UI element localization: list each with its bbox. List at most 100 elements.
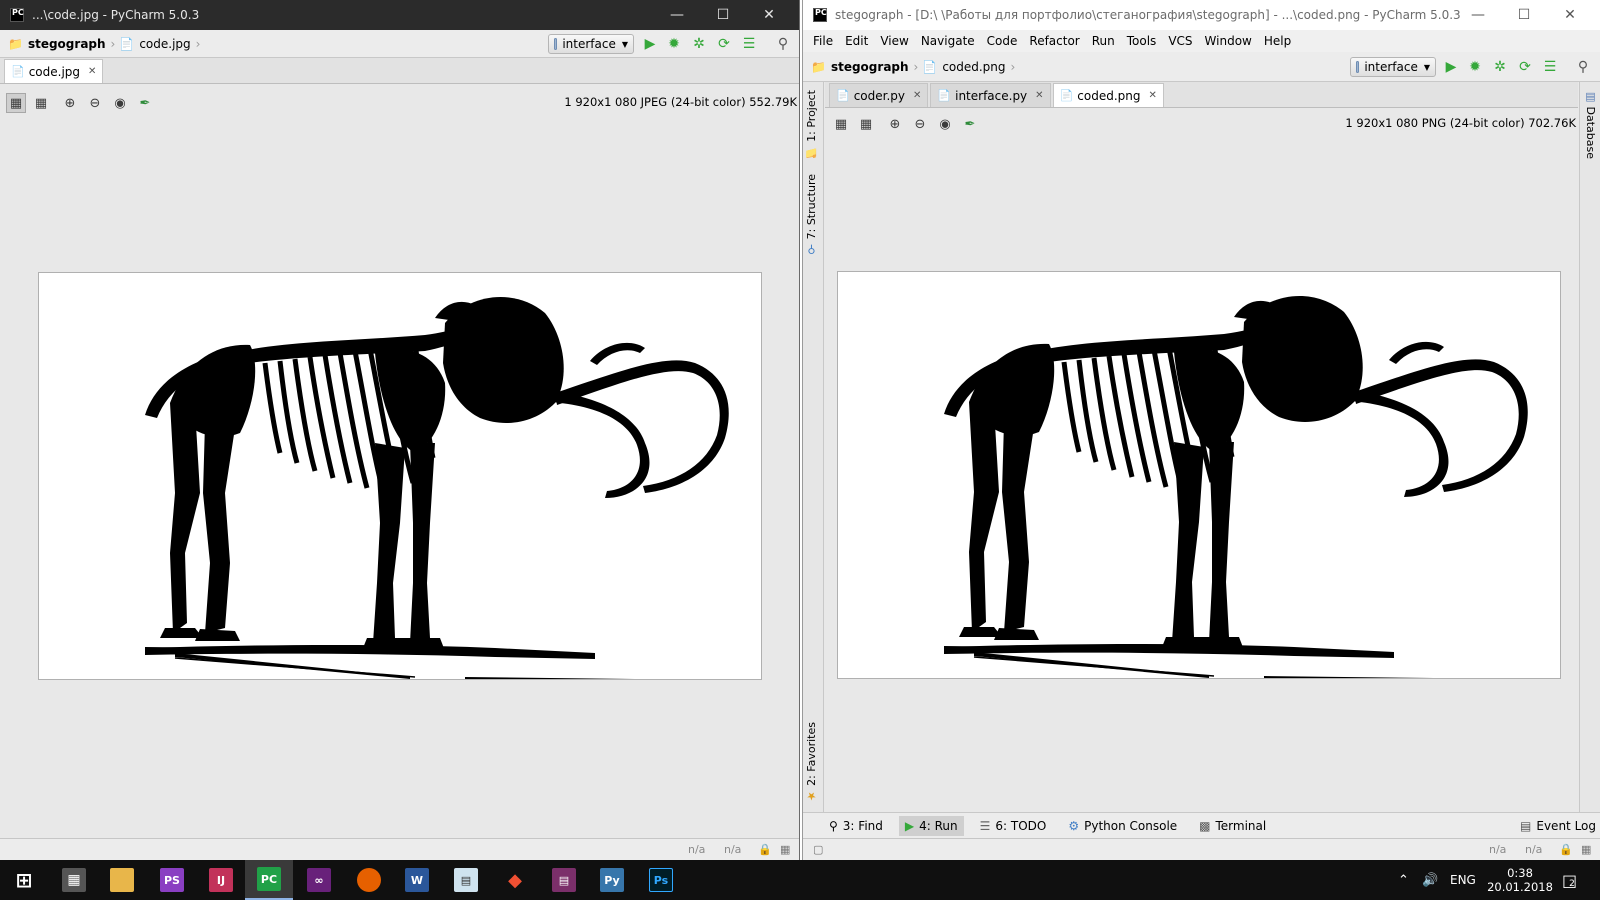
taskbar-winrar[interactable]: ▤: [540, 860, 588, 900]
zoom-out-icon[interactable]: ⊖: [85, 93, 105, 113]
memory-indicator-icon[interactable]: ▦: [1581, 843, 1591, 856]
breadcrumb-file[interactable]: 📄 code.jpg ›: [119, 37, 200, 51]
menu-navigate[interactable]: Navigate: [915, 34, 981, 48]
notification-center-icon[interactable]: □ 2: [1562, 860, 1577, 900]
color-picker-icon[interactable]: ✒: [960, 114, 980, 134]
taskbar-file-explorer[interactable]: [98, 860, 146, 900]
tab-label: code.jpg: [28, 64, 81, 79]
menu-window[interactable]: Window: [1199, 34, 1258, 48]
right-window-title: stegograph - [D:\ \Работы для портфолио\…: [835, 8, 1461, 22]
pycharm-icon: PC: [257, 867, 281, 891]
maximize-icon[interactable]: ☐: [700, 0, 746, 30]
tab-interface-py[interactable]: 📄 interface.py ✕: [930, 83, 1051, 107]
search-icon[interactable]: ⚲: [775, 36, 791, 52]
grid-toggle-icon[interactable]: ▦: [856, 114, 876, 134]
taskbar-pycharm[interactable]: PC: [245, 860, 293, 900]
profile-icon[interactable]: ⟳: [716, 36, 732, 52]
concurrency-icon[interactable]: ☰: [741, 36, 757, 52]
volume-icon[interactable]: 🔊: [1422, 860, 1438, 900]
search-icon[interactable]: ⚲: [1575, 59, 1591, 75]
breadcrumb-file[interactable]: 📄 coded.png ›: [922, 60, 1015, 74]
find-tool-button[interactable]: ⚲ 3: Find: [829, 819, 883, 833]
zoom-in-icon[interactable]: ⊕: [885, 114, 905, 134]
taskbar-intellij[interactable]: IJ: [197, 860, 245, 900]
menu-edit[interactable]: Edit: [839, 34, 874, 48]
run-icon[interactable]: ▶: [1443, 59, 1459, 75]
language-indicator[interactable]: ENG: [1450, 860, 1476, 900]
structure-tool-tab[interactable]: ⚲ 7: Structure: [805, 174, 818, 256]
menu-code[interactable]: Code: [981, 34, 1024, 48]
taskbar-firefox[interactable]: [345, 860, 393, 900]
taskbar-calculator[interactable]: ▦: [50, 860, 98, 900]
tool-window-toggle-icon[interactable]: ▢: [813, 843, 823, 856]
tab-code-jpg[interactable]: 📄 code.jpg ✕: [4, 59, 104, 83]
close-tab-icon[interactable]: ✕: [88, 66, 96, 77]
event-log-button[interactable]: ▤ Event Log: [1520, 819, 1596, 833]
grid-toggle-icon[interactable]: ▦: [31, 93, 51, 113]
menu-run[interactable]: Run: [1086, 34, 1121, 48]
chessboard-toggle-icon[interactable]: ▦: [831, 114, 851, 134]
search-icon: ⚲: [829, 818, 838, 833]
run-configuration-select[interactable]: interface ▼: [1350, 57, 1436, 77]
left-window-title: ...\code.jpg - PyCharm 5.0.3: [32, 8, 200, 22]
tab-coder-py[interactable]: 📄 coder.py ✕: [829, 83, 929, 107]
windows-taskbar: ⊞ ▦ PS IJ PC ∞ W ▤ ◆ ▤ Py Ps ⌃ 🔊 ENG 0:3…: [0, 860, 1600, 900]
actual-size-icon[interactable]: ◉: [935, 114, 955, 134]
close-icon[interactable]: ✕: [1547, 0, 1593, 30]
menu-vcs[interactable]: VCS: [1162, 34, 1198, 48]
python-console-button[interactable]: ⚙ Python Console: [1068, 819, 1177, 833]
taskbar-photoshop[interactable]: Ps: [637, 860, 685, 900]
coverage-icon[interactable]: ✲: [1492, 59, 1508, 75]
menu-refactor[interactable]: Refactor: [1023, 34, 1085, 48]
close-tab-icon[interactable]: ✕: [913, 90, 921, 101]
debug-icon[interactable]: ✹: [1467, 59, 1483, 75]
maximize-icon[interactable]: ☐: [1501, 0, 1547, 30]
minimize-icon[interactable]: —: [654, 0, 700, 30]
minimize-icon[interactable]: —: [1455, 0, 1501, 30]
color-picker-icon[interactable]: ✒: [135, 93, 155, 113]
zoom-out-icon[interactable]: ⊖: [910, 114, 930, 134]
coverage-icon[interactable]: ✲: [691, 36, 707, 52]
profile-icon[interactable]: ⟳: [1517, 59, 1533, 75]
tab-coded-png[interactable]: 📄 coded.png ✕: [1052, 83, 1164, 107]
taskbar-phpstorm[interactable]: PS: [148, 860, 196, 900]
actual-size-icon[interactable]: ◉: [110, 93, 130, 113]
todo-tool-button[interactable]: ☰ 6: TODO: [980, 819, 1047, 833]
concurrency-icon[interactable]: ☰: [1542, 59, 1558, 75]
favorites-tool-tab[interactable]: ★ 2: Favorites: [805, 722, 818, 802]
menu-tools[interactable]: Tools: [1121, 34, 1163, 48]
show-hidden-icons-icon[interactable]: ⌃: [1398, 860, 1409, 900]
run-icon: ▶: [904, 818, 915, 833]
breadcrumb-project[interactable]: 📁 stegograph ›: [8, 37, 115, 51]
lock-icon[interactable]: 🔒: [1559, 843, 1573, 856]
project-tool-tab[interactable]: 📁 1: Project: [805, 90, 818, 159]
taskbar-git[interactable]: ◆: [491, 860, 539, 900]
taskbar-python[interactable]: Py: [588, 860, 636, 900]
taskbar-word[interactable]: W: [393, 860, 441, 900]
phpstorm-icon: PS: [160, 868, 184, 892]
zoom-in-icon[interactable]: ⊕: [60, 93, 80, 113]
taskbar-visual-studio[interactable]: ∞: [295, 860, 343, 900]
menu-file[interactable]: File: [807, 34, 839, 48]
memory-indicator-icon[interactable]: ▦: [780, 843, 790, 856]
close-tab-icon[interactable]: ✕: [1035, 90, 1043, 101]
menu-help[interactable]: Help: [1258, 34, 1297, 48]
run-configuration-select[interactable]: interface ▼: [548, 34, 634, 54]
lock-icon[interactable]: 🔒: [758, 843, 772, 856]
image-preview: [837, 271, 1561, 679]
right-navigation-bar: 📁 stegograph › 📄 coded.png › interface ▼…: [803, 52, 1600, 82]
clock[interactable]: 0:38 20.01.2018: [1480, 860, 1560, 900]
menu-view[interactable]: View: [874, 34, 914, 48]
close-tab-icon[interactable]: ✕: [1148, 90, 1156, 101]
taskbar-notepad[interactable]: ▤: [442, 860, 490, 900]
run-tool-button[interactable]: ▶ 4: Run: [898, 815, 964, 836]
debug-icon[interactable]: ✹: [666, 36, 682, 52]
terminal-tool-button[interactable]: ▩ Terminal: [1199, 819, 1266, 833]
chessboard-toggle-icon[interactable]: ▦: [6, 93, 26, 113]
notepad-icon: ▤: [454, 868, 478, 892]
breadcrumb-project[interactable]: 📁 stegograph ›: [811, 60, 918, 74]
run-tool-label: 4: Run: [919, 818, 958, 833]
close-icon[interactable]: ✕: [746, 0, 792, 30]
run-icon[interactable]: ▶: [642, 36, 658, 52]
start-button[interactable]: ⊞: [0, 860, 48, 900]
